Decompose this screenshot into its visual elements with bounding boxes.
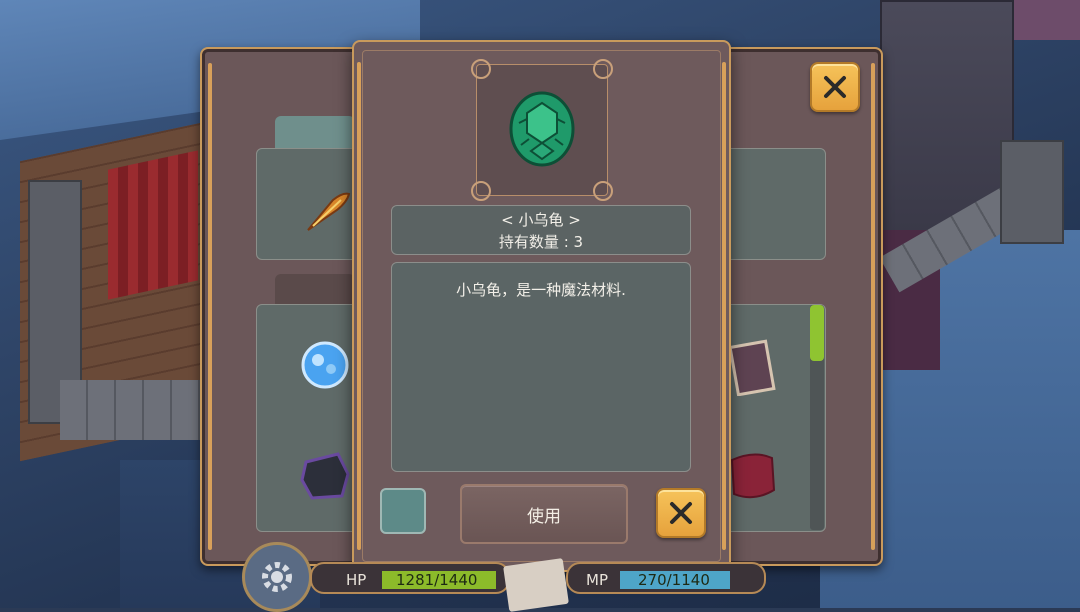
equipment-slot-right[interactable] bbox=[724, 148, 826, 260]
item-detail-dialog: < 小乌龟 > 持有数量 : 3 小乌龟，是一种魔法材料. 使用 bbox=[352, 40, 731, 572]
hp-label: HP bbox=[346, 571, 367, 589]
item-preview-slot[interactable] bbox=[380, 488, 426, 534]
mp-value: 270/1140 bbox=[638, 571, 710, 589]
mp-label: MP bbox=[586, 571, 608, 589]
green-turtle-shell-icon bbox=[509, 91, 575, 167]
stone-wall bbox=[60, 380, 200, 440]
feather-quill-icon bbox=[307, 192, 351, 231]
item-quantity: 持有数量 : 3 bbox=[498, 233, 584, 251]
item-description: 小乌龟，是一种魔法材料. bbox=[456, 281, 626, 299]
close-dialog-button[interactable] bbox=[656, 488, 706, 538]
settings-button[interactable] bbox=[242, 542, 312, 612]
hp-value: 1281/1440 bbox=[396, 571, 478, 589]
use-button[interactable]: 使用 bbox=[460, 484, 628, 544]
gear-icon bbox=[262, 562, 292, 592]
equipment-tab[interactable] bbox=[275, 116, 355, 150]
hp-container: HP 1281/1440 bbox=[310, 562, 510, 594]
item-icon-frame bbox=[471, 59, 613, 201]
dark-ore-icon bbox=[300, 452, 350, 500]
book-icon bbox=[728, 339, 776, 396]
scrollbar-thumb[interactable] bbox=[810, 305, 824, 361]
close-icon bbox=[670, 502, 692, 524]
use-button-label: 使用 bbox=[527, 506, 561, 527]
red-curtain bbox=[108, 150, 198, 300]
material-tab[interactable] bbox=[275, 274, 355, 304]
mp-container: MP 270/1140 bbox=[566, 562, 766, 594]
quest-book-icon[interactable] bbox=[503, 558, 569, 612]
close-inventory-button[interactable] bbox=[810, 62, 860, 112]
item-description-box: 小乌龟，是一种魔法材料. bbox=[391, 262, 691, 472]
item-name: < 小乌龟 > bbox=[501, 211, 581, 229]
red-cloth-icon bbox=[730, 453, 776, 499]
item-name-box: < 小乌龟 > 持有数量 : 3 bbox=[391, 205, 691, 255]
stone-pillar-right bbox=[1000, 140, 1064, 244]
blue-crystal-icon bbox=[301, 341, 349, 389]
close-icon bbox=[824, 76, 846, 98]
